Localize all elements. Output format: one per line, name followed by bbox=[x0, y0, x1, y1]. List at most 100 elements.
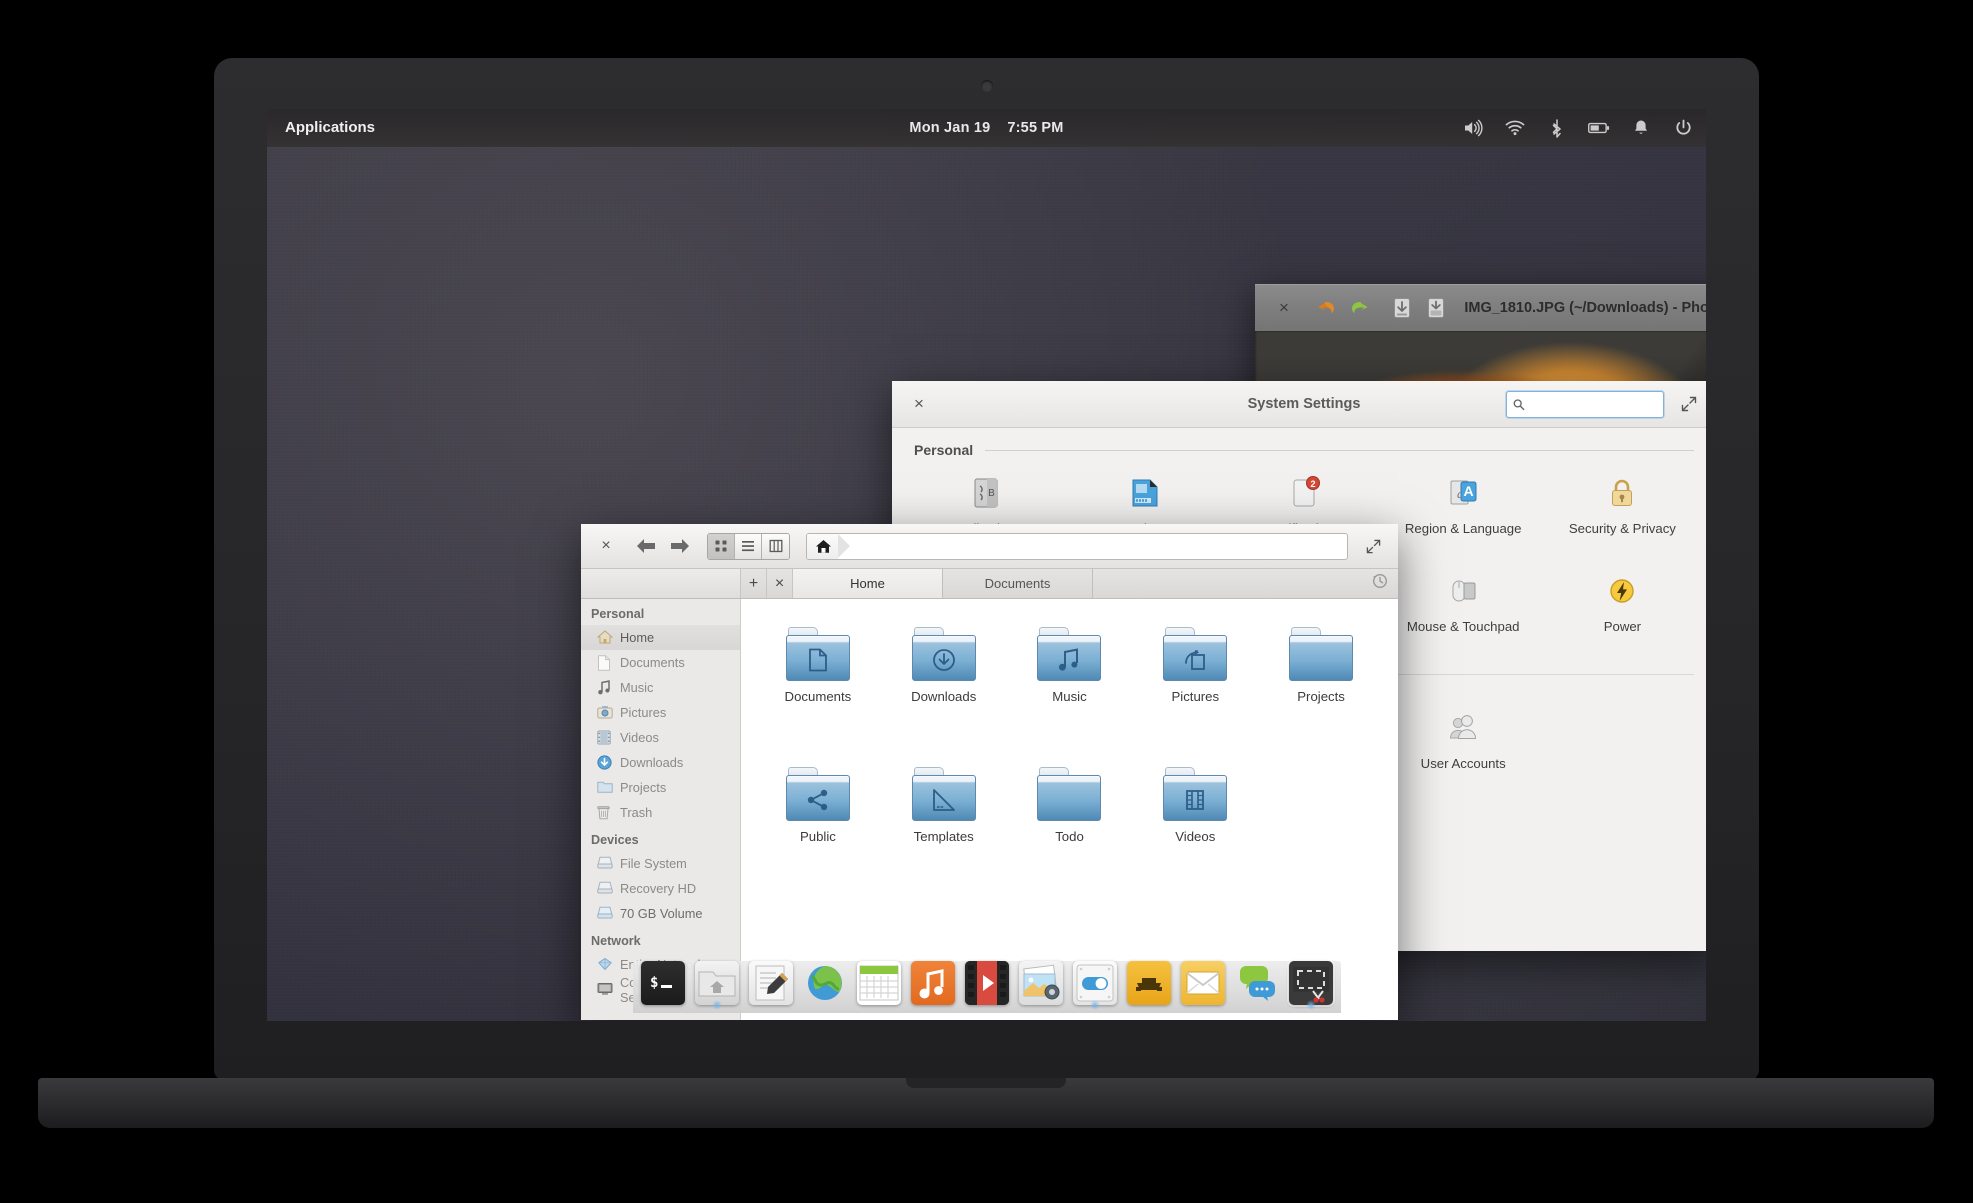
files-toolbar: × bbox=[581, 524, 1398, 569]
list-view-button[interactable] bbox=[735, 533, 762, 559]
svg-text:$: $ bbox=[650, 975, 658, 991]
column-view-button[interactable] bbox=[762, 533, 789, 559]
battery-icon[interactable] bbox=[1588, 117, 1610, 139]
breadcrumb-home[interactable] bbox=[807, 533, 850, 559]
folder-icon bbox=[1037, 767, 1102, 821]
tab-home[interactable]: Home bbox=[793, 569, 943, 598]
file-item-projects[interactable]: Projects bbox=[1258, 619, 1384, 704]
file-item-pictures[interactable]: Pictures bbox=[1132, 619, 1258, 704]
user-accounts-icon bbox=[1442, 707, 1484, 749]
file-manager-window: × + × Home Documents Personal Home Docum… bbox=[581, 524, 1398, 1020]
drive-icon bbox=[597, 881, 613, 897]
file-item-documents[interactable]: Documents bbox=[755, 619, 881, 704]
save-icon[interactable] bbox=[1385, 293, 1419, 323]
dock-item-video-player[interactable] bbox=[963, 961, 1011, 1009]
file-label: Projects bbox=[1297, 689, 1345, 704]
dock-item-screenshot[interactable] bbox=[1287, 961, 1335, 1010]
settings-item-region-language[interactable]: aA Region & Language bbox=[1384, 466, 1543, 542]
mouse-touchpad-icon bbox=[1442, 570, 1484, 612]
maximize-icon[interactable] bbox=[1674, 389, 1704, 419]
photos-titlebar[interactable]: × IMG_1810.JPG (~/Downloads) - Photos bbox=[1255, 284, 1706, 331]
path-bar[interactable] bbox=[806, 532, 1348, 560]
settings-item-power[interactable]: Power bbox=[1543, 564, 1702, 640]
sidebar-item-file-system[interactable]: File System bbox=[581, 851, 740, 876]
file-item-videos[interactable]: Videos bbox=[1132, 759, 1258, 844]
sidebar-item-home[interactable]: Home bbox=[581, 625, 740, 650]
divider bbox=[985, 449, 1694, 451]
file-item-todo[interactable]: Todo bbox=[1007, 759, 1133, 844]
save-as-icon[interactable] bbox=[1419, 293, 1453, 323]
dock-item-photos[interactable] bbox=[1017, 961, 1065, 1009]
tab-documents[interactable]: Documents bbox=[943, 569, 1093, 598]
dock-item-music[interactable] bbox=[909, 961, 957, 1009]
file-item-templates[interactable]: Templates bbox=[881, 759, 1007, 844]
dock-item-files[interactable] bbox=[693, 961, 741, 1010]
sidebar-item-projects[interactable]: Projects bbox=[581, 775, 740, 800]
new-tab-button[interactable]: + bbox=[741, 569, 767, 598]
maximize-icon[interactable] bbox=[1358, 531, 1388, 561]
file-item-public[interactable]: Public bbox=[755, 759, 881, 844]
share-emblem-icon bbox=[786, 781, 850, 819]
sidebar-item-videos[interactable]: Videos bbox=[581, 725, 740, 750]
close-icon[interactable]: × bbox=[1267, 293, 1301, 323]
sidebar-item-downloads[interactable]: Downloads bbox=[581, 750, 740, 775]
files-icon-view[interactable]: Documents Downloads Music Pictures Proje… bbox=[741, 599, 1398, 1020]
settings-titlebar[interactable]: × System Settings bbox=[892, 381, 1706, 428]
settings-item-mouse-touchpad[interactable]: Mouse & Touchpad bbox=[1384, 564, 1543, 640]
dock-item-terminal[interactable]: $ bbox=[639, 961, 687, 1009]
power-icon[interactable] bbox=[1672, 117, 1694, 139]
notifications-icon: 2 bbox=[1283, 472, 1325, 514]
settings-search-field[interactable] bbox=[1529, 397, 1657, 412]
close-icon[interactable]: × bbox=[904, 389, 934, 419]
screen: Applications Mon Jan 19 7:55 PM × IMG_18… bbox=[267, 109, 1706, 1021]
settings-item-security-privacy[interactable]: Security & Privacy bbox=[1543, 466, 1702, 542]
settings-item-label: Region & Language bbox=[1404, 521, 1522, 536]
close-icon[interactable]: × bbox=[591, 531, 621, 561]
settings-item-user-accounts[interactable]: User Accounts bbox=[1384, 701, 1543, 777]
sidebar-item-trash[interactable]: Trash bbox=[581, 800, 740, 825]
laptop-base bbox=[38, 1078, 1934, 1128]
files-sidebar: Personal Home Documents Music Pictures V… bbox=[581, 599, 741, 1020]
power-bolt-icon bbox=[1601, 570, 1643, 612]
sidebar-item-label: 70 GB Volume bbox=[620, 906, 703, 921]
wifi-icon[interactable] bbox=[1504, 117, 1526, 139]
sidebar-item-label: File System bbox=[620, 856, 687, 871]
sidebar-item-recovery-hd[interactable]: Recovery HD bbox=[581, 876, 740, 901]
running-indicator bbox=[711, 1000, 722, 1010]
dock-item-chat[interactable] bbox=[1233, 961, 1281, 1009]
bluetooth-icon[interactable] bbox=[1546, 117, 1568, 139]
panel-clock[interactable]: Mon Jan 19 7:55 PM bbox=[909, 109, 1063, 147]
file-item-music[interactable]: Music bbox=[1007, 619, 1133, 704]
forward-button[interactable] bbox=[665, 531, 695, 561]
dock-item-text-editor[interactable] bbox=[747, 961, 795, 1009]
file-item-downloads[interactable]: Downloads bbox=[881, 619, 1007, 704]
dock-item-web-browser[interactable] bbox=[801, 961, 849, 1009]
dock-item-mail[interactable] bbox=[1179, 961, 1227, 1009]
history-icon[interactable] bbox=[1372, 573, 1388, 594]
folder-icon bbox=[1163, 767, 1228, 821]
applications-menu-button[interactable]: Applications bbox=[267, 109, 393, 147]
settings-item-label: Power bbox=[1603, 619, 1642, 634]
sidebar-item-music[interactable]: Music bbox=[581, 675, 740, 700]
icon-view-button[interactable] bbox=[708, 533, 735, 559]
download-emblem-icon bbox=[912, 641, 976, 679]
sidebar-header-network: Network bbox=[591, 934, 641, 948]
sidebar-item-pictures[interactable]: Pictures bbox=[581, 700, 740, 725]
close-tab-button[interactable]: × bbox=[767, 569, 793, 598]
sidebar-item-documents[interactable]: Documents bbox=[581, 650, 740, 675]
volume-icon[interactable] bbox=[1462, 117, 1484, 139]
tabbar-sidebar-spacer bbox=[581, 569, 741, 598]
tab-bar-filler bbox=[1093, 569, 1398, 598]
sidebar-item-label: Documents bbox=[620, 655, 685, 670]
settings-item-label: Security & Privacy bbox=[1568, 521, 1676, 536]
notifications-bell-icon[interactable] bbox=[1630, 117, 1652, 139]
rotate-left-icon[interactable] bbox=[1309, 293, 1343, 323]
dock-item-maps[interactable] bbox=[1125, 961, 1173, 1009]
sidebar-item-70-gb-volume[interactable]: 70 GB Volume bbox=[581, 901, 740, 926]
search-input[interactable] bbox=[1506, 391, 1664, 418]
rotate-right-icon[interactable] bbox=[1343, 293, 1377, 323]
dock-item-calendar[interactable] bbox=[855, 961, 903, 1009]
back-button[interactable] bbox=[631, 531, 661, 561]
dock-item-system-settings[interactable] bbox=[1071, 961, 1119, 1010]
projects-icon bbox=[597, 780, 613, 796]
